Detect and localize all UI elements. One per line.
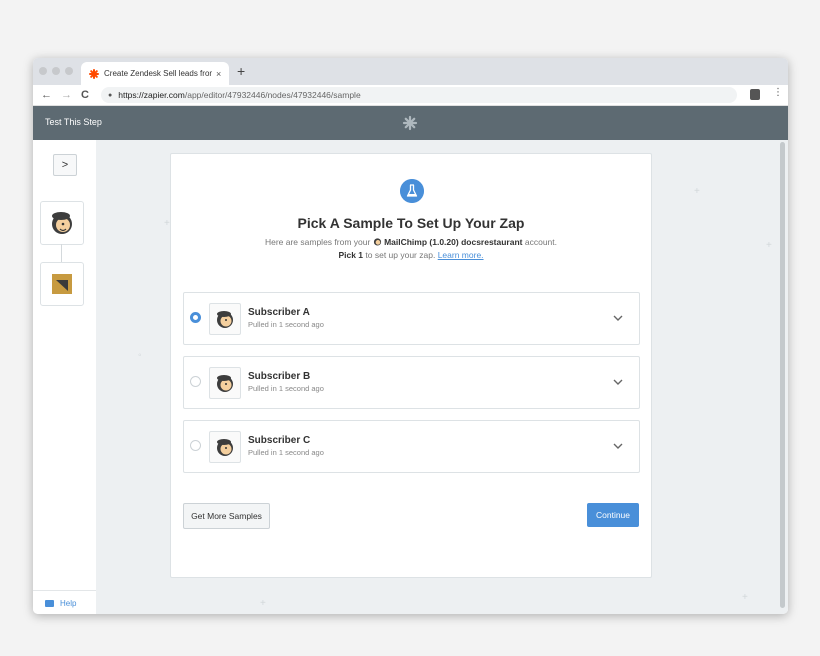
url-path: /app/editor/47932446/nodes/47932446/samp… — [184, 90, 361, 100]
sample-name: Subscriber C — [248, 435, 311, 446]
tab-bar: Create Zendesk Sell leads from × + — [33, 58, 788, 85]
sample-time: Pulled in 1 second ago — [248, 448, 324, 457]
mailchimp-icon — [217, 311, 233, 328]
back-button[interactable]: ← — [41, 87, 52, 103]
chevron-down-icon[interactable] — [612, 376, 624, 388]
zapier-logo-icon — [402, 115, 418, 131]
help-chat-icon — [45, 599, 54, 607]
sample-name: Subscriber B — [248, 371, 311, 382]
panel-intro: Here are samples from your MailChimp (1.… — [171, 237, 651, 247]
reload-button[interactable]: C — [81, 87, 89, 103]
page-scrollbar[interactable] — [780, 142, 785, 608]
account-name: docsrestaurant — [461, 237, 523, 247]
decor-plus: + — [164, 218, 170, 229]
mailchimp-icon — [217, 439, 233, 456]
sample-radio[interactable] — [190, 376, 201, 387]
sample-name: Subscriber A — [248, 307, 310, 318]
sample-avatar — [209, 367, 241, 399]
browser-toolbar: ← → C ● https://zapier.com/app/editor/47… — [33, 85, 788, 106]
zendesk-sell-icon — [52, 274, 72, 294]
help-link[interactable]: Help — [33, 590, 96, 614]
intro-prefix: Here are samples from your — [264, 237, 371, 247]
forward-button[interactable]: → — [61, 87, 72, 103]
app-name: MailChimp (1.0.20) — [384, 237, 459, 247]
sample-radio-selected[interactable] — [190, 312, 201, 323]
new-tab-button[interactable]: + — [237, 63, 245, 79]
browser-tab[interactable]: Create Zendesk Sell leads from × — [81, 62, 229, 85]
tab-title: Create Zendesk Sell leads from — [104, 69, 212, 78]
pick-suffix: to set up your zap. — [365, 250, 436, 260]
pick-count: Pick 1 — [338, 250, 364, 260]
help-label: Help — [60, 598, 77, 608]
url-text: https://zapier.com/app/editor/47932446/n… — [118, 90, 360, 100]
learn-more-link[interactable]: Learn more. — [438, 250, 484, 260]
url-host: https://zapier.com — [118, 90, 185, 100]
decor-plus: + — [766, 240, 772, 251]
close-window-button[interactable] — [39, 67, 47, 75]
step-action-zendesk-sell[interactable] — [40, 262, 84, 306]
app-header: Test This Step — [33, 106, 788, 140]
sample-avatar — [209, 303, 241, 335]
chevron-down-icon[interactable] — [612, 312, 624, 324]
continue-button[interactable]: Continue — [587, 503, 639, 527]
zapier-favicon-icon — [89, 68, 99, 79]
minimize-window-button[interactable] — [52, 67, 60, 75]
step-connector — [61, 244, 62, 262]
address-bar[interactable]: ● https://zapier.com/app/editor/47932446… — [101, 87, 737, 103]
extension-icon[interactable] — [750, 89, 760, 100]
decor-plus: + — [694, 186, 700, 197]
flask-icon — [400, 179, 424, 203]
chevron-down-icon[interactable] — [612, 440, 624, 452]
panel-instructions: Pick 1 to set up your zap. Learn more. — [171, 250, 651, 260]
sample-row-c[interactable]: Subscriber C Pulled in 1 second ago — [183, 420, 640, 473]
panel-heading: Pick A Sample To Set Up Your Zap — [297, 215, 525, 231]
sample-panel: Pick A Sample To Set Up Your Zap Here ar… — [170, 153, 652, 578]
step-trigger-mailchimp[interactable] — [40, 201, 84, 245]
sample-time: Pulled in 1 second ago — [248, 384, 324, 393]
mailchimp-icon — [373, 238, 381, 246]
decor-dot: ◦ — [138, 350, 142, 361]
step-sidebar: > Help — [33, 140, 97, 614]
get-more-samples-button[interactable]: Get More Samples — [183, 503, 270, 529]
mailchimp-icon — [217, 375, 233, 392]
mailchimp-icon — [52, 212, 72, 234]
expand-sidebar-button[interactable]: > — [53, 154, 77, 176]
sample-row-b[interactable]: Subscriber B Pulled in 1 second ago — [183, 356, 640, 409]
maximize-window-button[interactable] — [65, 67, 73, 75]
decor-plus: + — [742, 592, 748, 603]
browser-window: Create Zendesk Sell leads from × + ← → C… — [33, 58, 788, 614]
lock-icon: ● — [108, 91, 113, 99]
browser-menu-icon[interactable]: ⋮ — [773, 87, 783, 98]
decor-plus: + — [260, 598, 266, 609]
tab-close-icon[interactable]: × — [216, 69, 221, 79]
sample-avatar — [209, 431, 241, 463]
sample-row-a[interactable]: Subscriber A Pulled in 1 second ago — [183, 292, 640, 345]
intro-suffix: account. — [524, 237, 558, 247]
sample-time: Pulled in 1 second ago — [248, 320, 324, 329]
sample-radio[interactable] — [190, 440, 201, 451]
window-controls — [39, 67, 73, 75]
header-title: Test This Step — [45, 117, 102, 127]
